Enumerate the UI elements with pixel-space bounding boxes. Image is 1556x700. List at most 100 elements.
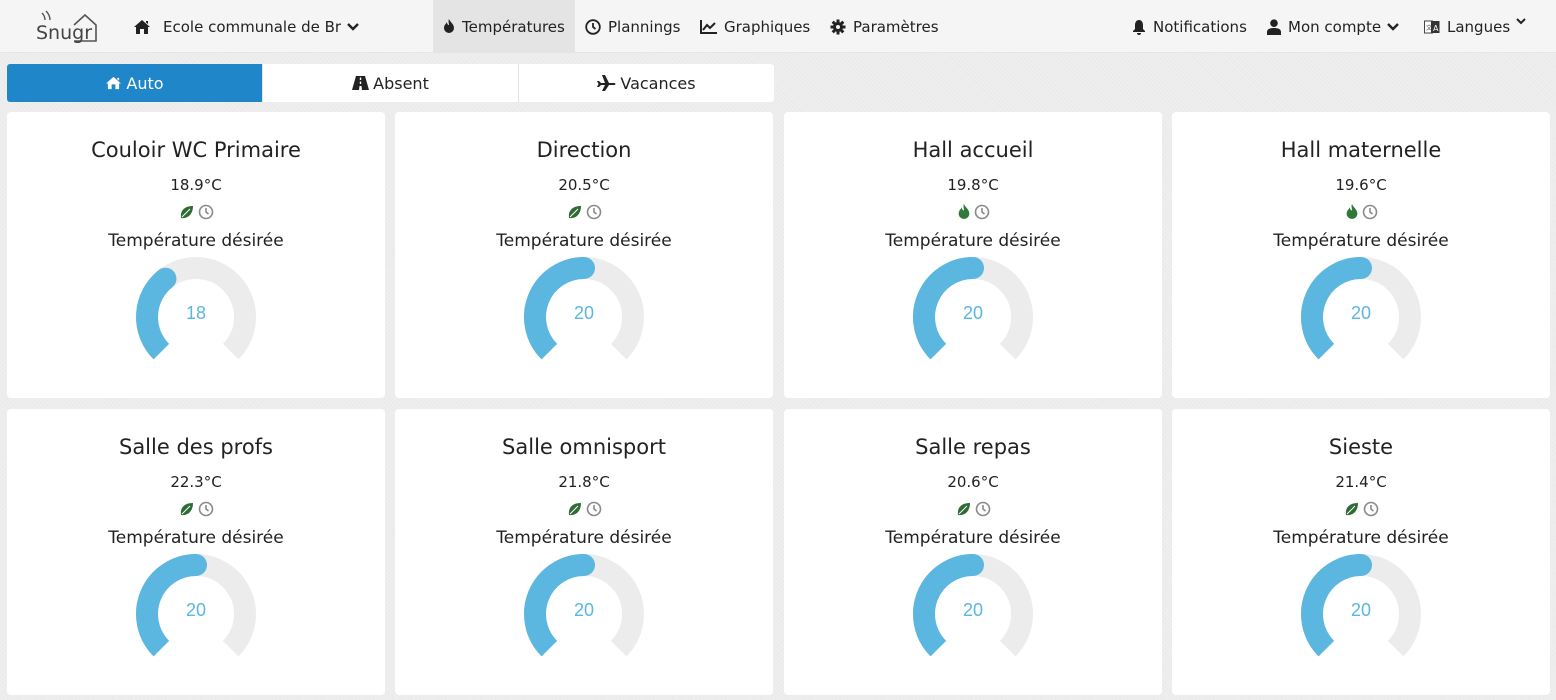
current-temperature: 20.5°C [558,176,610,194]
desired-temperature-value: 20 [574,303,594,323]
fire-icon [444,19,454,33]
room-card[interactable]: Hall maternelle 19.6°C Température désir… [1172,112,1550,398]
room-name: Hall maternelle [1280,138,1442,162]
gear-icon [830,19,846,34]
current-temperature: 21.4°C [1335,473,1387,491]
leaf-icon [567,204,583,224]
desired-temperature-value: 20 [186,600,206,620]
desired-temperature-label: Température désirée [108,528,284,548]
account-menu[interactable]: Mon compte [1267,0,1406,53]
language-label: Langues [1447,17,1511,36]
clock-icon [1362,204,1378,224]
mode-absent-label: Absent [373,73,429,93]
desired-temperature-gauge[interactable]: 20 [908,256,1038,366]
site-selector-label: Ecole communale de Br [163,17,342,36]
room-card[interactable]: Sieste 21.4°C Température désirée 20 [1172,409,1550,695]
mode-absent[interactable]: Absent [263,64,519,102]
leaf-icon [1344,501,1360,521]
gauge-handle[interactable] [962,257,984,279]
chevron-down-icon [347,22,359,31]
desired-temperature-value: 20 [1351,600,1371,620]
bell-icon [1133,19,1145,35]
nav-plannings[interactable]: Plannings [585,0,680,53]
gauge-handle[interactable] [573,257,595,279]
room-card[interactable]: Salle repas 20.6°C Température désirée 2… [784,409,1162,695]
desired-temperature-gauge[interactable]: 18 [131,256,261,366]
desired-temperature-label: Température désirée [108,231,284,251]
gauge-handle[interactable] [185,554,207,576]
road-icon [352,76,370,90]
room-status-icons [395,204,773,224]
clock-icon [586,204,602,224]
room-status-icons [7,204,385,224]
room-status-icons [1172,501,1550,521]
notifications-button[interactable]: Notifications [1132,0,1247,53]
account-label: Mon compte [1288,17,1382,36]
room-status-icons [784,501,1162,521]
room-status-icons [1172,204,1550,224]
room-name: Couloir WC Primaire [91,138,301,162]
leaf-icon [179,204,195,224]
svg-text:A: A [1433,24,1439,33]
chart-line-icon [700,19,717,34]
desired-temperature-gauge[interactable]: 20 [1296,553,1426,663]
leaf-icon [567,501,583,521]
desired-temperature-gauge[interactable]: 20 [519,256,649,366]
mode-vacances-label: Vacances [620,73,696,93]
nav-graphiques[interactable]: Graphiques [700,0,810,53]
desired-temperature-gauge[interactable]: 20 [131,553,261,663]
desired-temperature-gauge[interactable]: 20 [519,553,649,663]
desired-temperature-label: Température désirée [885,528,1061,548]
desired-temperature-value: 20 [1351,303,1371,323]
desired-temperature-value: 20 [963,303,983,323]
desired-temperature-label: Température désirée [1273,528,1449,548]
language-menu[interactable]: A文 Langues [1424,0,1533,53]
room-card[interactable]: Couloir WC Primaire 18.9°C Température d… [7,112,385,398]
mode-vacances[interactable]: Vacances [519,64,774,102]
current-temperature: 19.8°C [947,176,999,194]
gauge-handle[interactable] [1350,257,1372,279]
desired-temperature-gauge[interactable]: 20 [1296,256,1426,366]
clock-icon [1363,501,1379,521]
desired-temperature-value: 20 [963,600,983,620]
chevron-down-icon [1387,22,1399,31]
snugr-logo[interactable]: Snugr [34,9,102,45]
home-icon [134,19,150,34]
desired-temperature-value: 18 [186,303,206,323]
site-selector[interactable]: Ecole communale de Br [133,0,366,53]
desired-temperature-label: Température désirée [496,231,672,251]
user-icon [1267,18,1281,35]
mode-auto-label: Auto [126,73,164,93]
current-temperature: 19.6°C [1335,176,1387,194]
nav-parametres[interactable]: Paramètres [830,0,939,53]
current-temperature: 18.9°C [170,176,222,194]
chevron-down-icon [1516,18,1526,25]
fire-icon [1345,204,1359,224]
room-card[interactable]: Hall accueil 19.8°C Température désirée … [784,112,1162,398]
gauge-fill [136,270,173,360]
desired-temperature-value: 20 [574,600,594,620]
room-name: Salle des profs [118,435,273,459]
desired-temperature-label: Température désirée [885,231,1061,251]
desired-temperature-gauge[interactable]: 20 [908,553,1038,663]
room-card[interactable]: Salle des profs 22.3°C Température désir… [7,409,385,695]
room-name: Hall accueil [912,138,1034,162]
gauge-handle[interactable] [1350,554,1372,576]
nav-parametres-label: Paramètres [853,17,939,36]
room-name: Salle omnisport [502,435,666,459]
mode-selector: Auto Absent Vacances [7,64,774,102]
mode-auto[interactable]: Auto [7,64,263,102]
current-temperature: 21.8°C [558,473,610,491]
nav-graphiques-label: Graphiques [724,17,811,36]
room-card[interactable]: Direction 20.5°C Température désirée 20 [395,112,773,398]
nav-plannings-label: Plannings [608,17,681,36]
room-card[interactable]: Salle omnisport 21.8°C Température désir… [395,409,773,695]
gauge-handle[interactable] [573,554,595,576]
nav-temperatures[interactable]: Températures [433,0,575,53]
gauge-handle[interactable] [962,554,984,576]
language-icon: A文 [1424,20,1440,33]
clock-icon [198,204,214,224]
gauge-handle[interactable] [154,267,177,290]
clock-icon [975,501,991,521]
room-status-icons [395,501,773,521]
